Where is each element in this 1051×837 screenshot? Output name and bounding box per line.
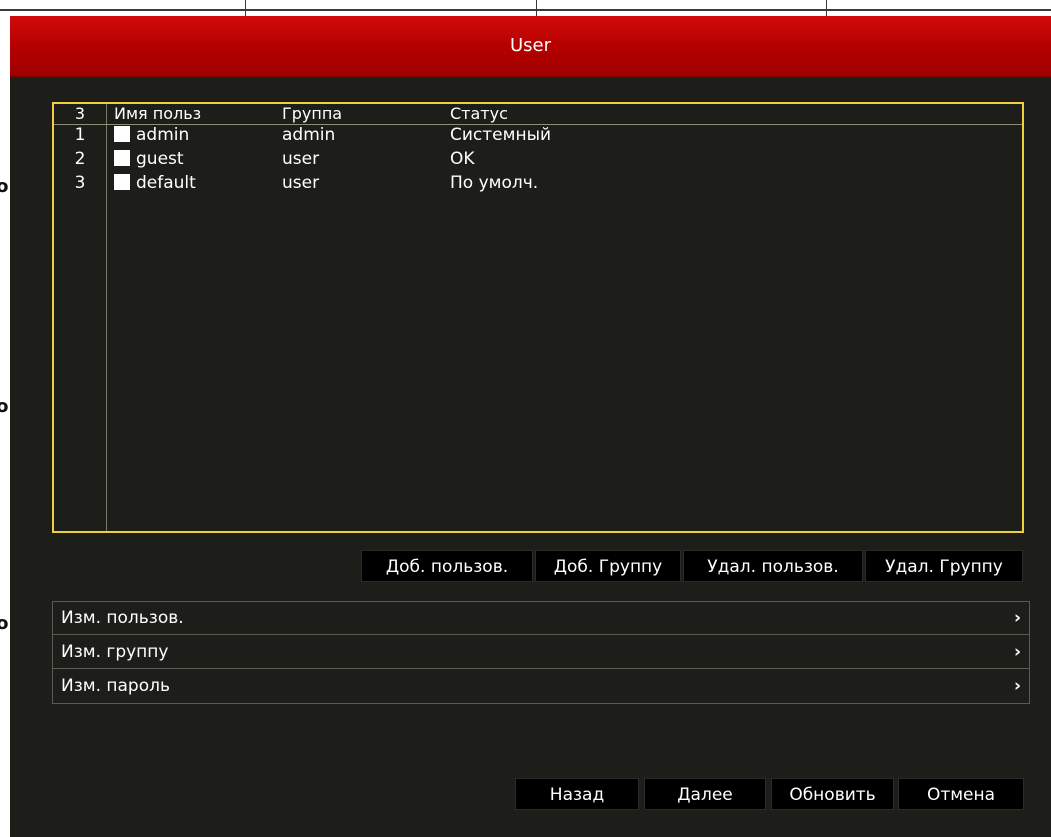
header-status[interactable]: Статус [450,104,508,123]
group-cell: admin [282,125,336,145]
background-label: lo [0,396,9,417]
menu-item-label: Изм. пользов. [61,608,184,628]
status-cell: По умолч. [450,173,539,193]
background-grid-line [0,9,1051,11]
table-row[interactable]: 3 default user По умолч. [54,173,1022,197]
add-user-button[interactable]: Доб. пользов. [361,550,533,582]
menu-item-label: Изм. пароль [61,676,170,696]
group-cell: user [282,173,320,193]
username-text: admin [136,125,190,145]
header-username[interactable]: Имя польз [114,104,201,123]
menu-item-edit-user[interactable]: Изм. пользов. › [53,602,1029,635]
back-button[interactable]: Назад [515,778,639,810]
row-checkbox[interactable] [114,126,130,142]
delete-user-button[interactable]: Удал. пользов. [683,550,863,582]
row-checkbox[interactable] [114,150,130,166]
background-grid-line [536,0,537,16]
dialog-title: User [509,35,552,56]
username-text: default [136,173,196,193]
status-cell: Системный [450,125,552,145]
username-text: guest [136,149,184,169]
header-group[interactable]: Группа [282,104,342,123]
refresh-button[interactable]: Обновить [771,778,894,810]
dialog-titlebar: User [10,16,1051,78]
username-cell: default [114,173,196,193]
user-dialog: User 3 Имя польз Группа Статус 1 admin a… [10,16,1051,837]
menu-item-edit-group[interactable]: Изм. группу › [53,636,1029,669]
background-grid-line [245,0,246,16]
row-number: 3 [74,173,86,193]
chevron-right-icon: › [1013,642,1021,662]
username-cell: admin [114,125,189,145]
status-cell: OK [450,149,475,169]
background-label: lo [0,613,9,634]
table-row[interactable]: 1 admin admin Системный [54,125,1022,149]
delete-group-button[interactable]: Удал. Группу [865,550,1023,582]
background-grid-line [826,0,827,16]
add-group-button[interactable]: Доб. Группу [535,550,681,582]
chevron-right-icon: › [1013,608,1021,628]
next-button[interactable]: Далее [644,778,766,810]
row-checkbox[interactable] [114,174,130,190]
table-header: 3 Имя польз Группа Статус [54,104,1022,125]
table-row[interactable]: 2 guest user OK [54,149,1022,173]
user-settings-menu: Изм. пользов. › Изм. группу › Изм. парол… [52,601,1030,704]
user-table: 3 Имя польз Группа Статус 1 admin admin … [52,102,1024,533]
background-label: lo [0,176,9,197]
row-number: 2 [74,149,86,169]
group-cell: user [282,149,320,169]
menu-item-edit-password[interactable]: Изм. пароль › [53,670,1029,703]
cancel-button[interactable]: Отмена [898,778,1024,810]
username-cell: guest [114,149,184,169]
user-count: 3 [74,104,86,123]
row-number: 1 [74,125,86,145]
chevron-right-icon: › [1013,676,1021,696]
menu-item-label: Изм. группу [61,642,169,662]
